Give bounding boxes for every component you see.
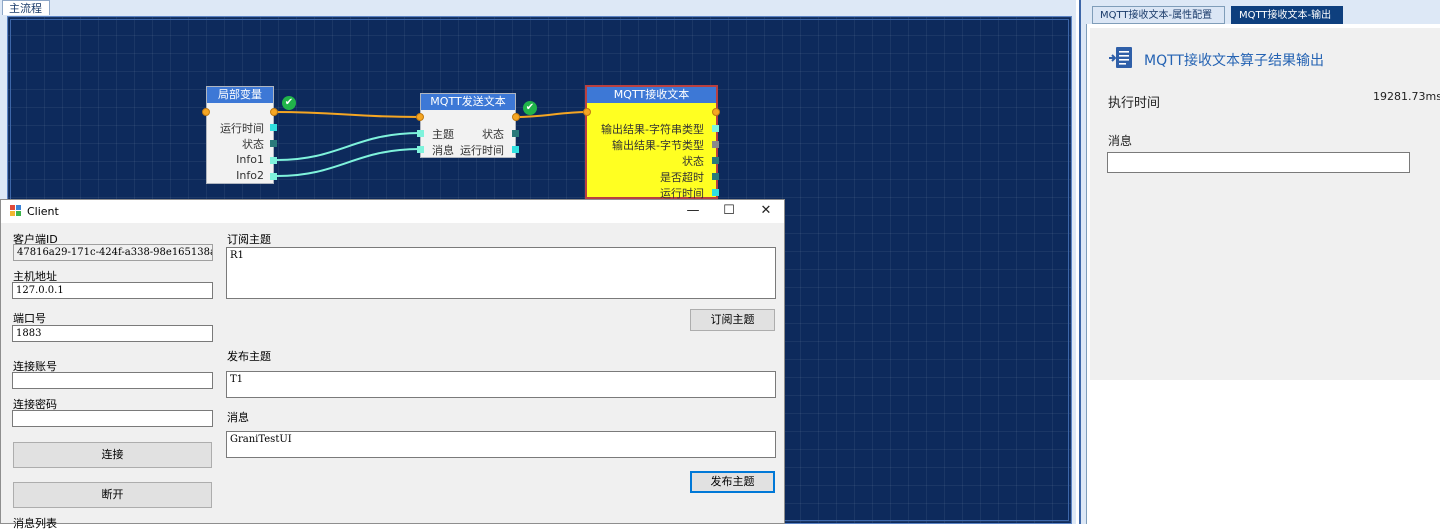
port-label-message: 消息	[432, 144, 454, 157]
port-label-status: 状态	[482, 128, 504, 141]
subscribe-topic-field[interactable]: R1	[226, 247, 776, 299]
exec-time-value: 19281.73ms	[1373, 90, 1440, 103]
flow-out-dot[interactable]	[512, 113, 520, 121]
port-label-info1: Info1	[236, 153, 264, 166]
port-label-output-string: 输出结果-字符串类型	[601, 123, 704, 136]
port-status[interactable]	[712, 157, 719, 164]
message-label: 消息	[227, 411, 249, 424]
node-title: MQTT接收文本	[587, 87, 716, 103]
output-document-icon	[1109, 47, 1132, 68]
port-label-info2: Info2	[236, 169, 264, 182]
maximize-button[interactable]: ☐	[714, 202, 744, 220]
host-field[interactable]: 127.0.0.1	[12, 282, 213, 299]
node-mqtt-send[interactable]: MQTT发送文本 主题 消息 状态 运行时间	[417, 93, 519, 158]
node-title: MQTT发送文本	[421, 94, 515, 110]
minimize-button[interactable]: —	[678, 202, 708, 220]
port-in-topic[interactable]	[417, 130, 424, 137]
flow-in-dot[interactable]	[583, 108, 591, 116]
tab-main-flow[interactable]: 主流程	[2, 0, 50, 15]
publish-topic-label: 发布主题	[227, 350, 271, 363]
client-window: Client — ☐ ✕ 客户端ID 47816a29-171c-424f-a3…	[0, 199, 785, 530]
output-card	[1090, 28, 1440, 380]
publish-button[interactable]: 发布主题	[690, 471, 775, 493]
publish-topic-field[interactable]: T1	[226, 371, 776, 398]
message-field[interactable]: GraniTestUI	[226, 431, 776, 458]
output-title: MQTT接收文本算子结果输出	[1144, 53, 1324, 69]
port-label-timeout: 是否超时	[660, 171, 704, 184]
port-label: 端口号	[13, 312, 46, 325]
port-label-output-bytes: 输出结果-字节类型	[612, 139, 704, 152]
message-list-label: 消息列表	[13, 517, 57, 530]
port-field[interactable]: 1883	[12, 325, 213, 342]
close-button[interactable]: ✕	[751, 202, 781, 220]
port-in-message[interactable]	[417, 146, 424, 153]
node-local-variable[interactable]: 局部变量 运行时间 状态 Info1 Info2	[206, 86, 277, 184]
flow-out-dot[interactable]	[712, 108, 720, 116]
port-info2[interactable]	[270, 173, 277, 180]
tab-property-config[interactable]: MQTT接收文本-属性配置	[1092, 6, 1225, 24]
subscribe-button[interactable]: 订阅主题	[690, 309, 775, 331]
connect-button[interactable]: 连接	[13, 442, 212, 468]
flow-in-dot[interactable]	[416, 113, 424, 121]
client-id-field[interactable]: 47816a29-171c-424f-a338-98e165138a44	[13, 244, 213, 261]
message-output-field[interactable]	[1107, 152, 1410, 173]
node-mqtt-receive[interactable]: MQTT接收文本 输出结果-字符串类型 输出结果-字节类型 状态 是否超时 运行…	[585, 85, 719, 200]
port-out-runtime[interactable]	[512, 146, 519, 153]
port-out-status[interactable]	[512, 130, 519, 137]
subscribe-topic-label: 订阅主题	[227, 233, 271, 246]
node-title: 局部变量	[207, 87, 273, 103]
port-info1[interactable]	[270, 157, 277, 164]
client-titlebar[interactable]	[1, 200, 784, 223]
port-status[interactable]	[270, 140, 277, 147]
port-label-runtime: 运行时间	[220, 122, 264, 135]
check-icon: ✔	[282, 96, 296, 110]
window-title: Client	[27, 205, 59, 218]
port-label-runtime: 运行时间	[460, 144, 504, 157]
port-output-string[interactable]	[712, 125, 719, 132]
port-output-bytes[interactable]	[712, 141, 719, 148]
port-runtime[interactable]	[270, 124, 277, 131]
app-icon	[10, 205, 21, 216]
flow-in-dot[interactable]	[202, 108, 210, 116]
disconnect-button[interactable]: 断开	[13, 482, 212, 508]
flow-out-dot[interactable]	[270, 108, 278, 116]
port-runtime[interactable]	[712, 189, 719, 196]
tab-output[interactable]: MQTT接收文本-输出	[1231, 6, 1343, 24]
port-label-topic: 主题	[432, 128, 454, 141]
account-field[interactable]	[12, 372, 213, 389]
port-label-status: 状态	[682, 155, 704, 168]
port-label-status: 状态	[242, 138, 264, 151]
message-label: 消息	[1108, 134, 1133, 148]
check-icon: ✔	[523, 101, 537, 115]
port-timeout[interactable]	[712, 173, 719, 180]
exec-time-label: 执行时间	[1108, 96, 1161, 111]
password-field[interactable]	[12, 410, 213, 427]
